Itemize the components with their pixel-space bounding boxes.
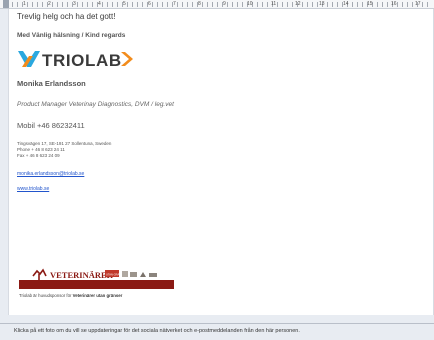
triolab-logo: TRIOLAB [17,48,427,70]
logo-chevron [121,52,133,66]
ruler-label: 9 [223,1,226,7]
sponsor-org: Veterinärer utan gränser [72,293,123,298]
ruler-label: 5 [123,1,126,7]
ruler-label: 2 [48,1,51,7]
website-link[interactable]: www.triolab.se [17,186,427,192]
horizontal-ruler[interactable]: 1 2 3 4 5 6 7 8 9 10 11 12 13 14 15 16 1… [0,0,434,9]
sender-name: Monika Erlandsson [17,79,86,88]
ruler-label: 16 [391,1,397,7]
company-address: Tingsvägen 17, SE-191 27 Sollentuna, Swe… [17,141,427,159]
message-body[interactable]: Trevlig helg och ha det gott! Med Vänlig… [8,9,434,315]
email-reading-pane: 1 2 3 4 5 6 7 8 9 10 11 12 13 14 15 16 1… [0,0,434,340]
banner-red-strip [19,280,174,289]
ruler-label: 7 [173,1,176,7]
ruler-label: 13 [319,1,325,7]
sponsor-prefix: Triolab är huvudsponsor för [19,293,73,298]
email-link[interactable]: monika.erlandsson@triolab.se [17,171,427,177]
signature-block: Trevlig helg och ha det gott! Med Vänlig… [17,11,427,192]
ruler-label: 3 [73,1,76,7]
banner-photo-2 [130,272,137,277]
ruler-label: 14 [343,1,349,7]
ruler-label: 17 [415,1,421,7]
ruler-labels: 1 2 3 4 5 6 7 8 9 10 11 12 13 14 15 16 1… [0,0,434,8]
ruler-label: 15 [367,1,373,7]
banner-title: VETERINÄRER [50,270,114,280]
ruler-label: 11 [271,1,277,7]
regards-text: Med Vänlig hälsning / Kind regards [17,32,126,39]
ruler-label: 6 [148,1,151,7]
social-connector-message: Klicka på ett foto om du vill se uppdate… [14,328,300,334]
sponsor-line: Triolab är huvudsponsor för Veterinärer … [19,293,122,298]
banner-photo-3 [149,273,157,277]
banner-animal-icon [140,272,146,277]
triolab-logo-icon: TRIOLAB [18,51,133,70]
greeting-text: Trevlig helg och ha det gott! [17,12,116,21]
fax-line: Fax + 46 8 623 24 09 [17,153,60,158]
ruler-label: 1 [23,1,26,7]
sponsor-banner[interactable]: VETERINÄRER UTAN GRÄNSER [19,267,174,289]
logo-wordmark: TRIOLAB [42,51,122,70]
banner-photo-1 [122,271,128,277]
sender-mobile: Mobil +46 86232411 [17,121,85,130]
sender-title: Product Manager Veterinay Diagnostics, D… [17,101,174,108]
ruler-label: 10 [247,1,253,7]
ruler-label: 4 [98,1,101,7]
ruler-label: 12 [295,1,301,7]
social-connector-bar[interactable]: Klicka på ett foto om du vill se uppdate… [0,324,434,340]
ruler-label: 8 [198,1,201,7]
